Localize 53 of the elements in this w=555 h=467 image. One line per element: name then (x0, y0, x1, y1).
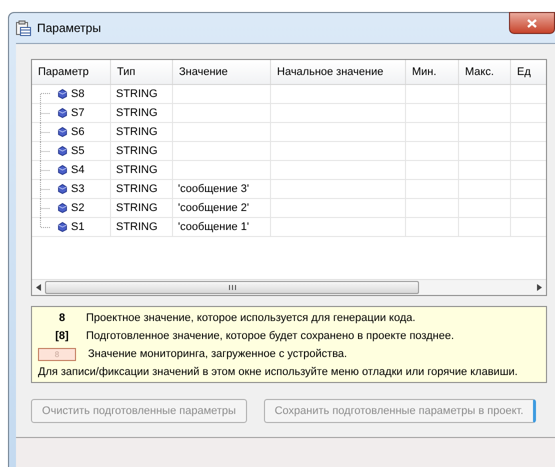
parameter-name: S4 (71, 164, 84, 176)
grip-icon (228, 285, 236, 290)
legend-note: Для записи/фиксации значений в этом окне используйте меню отладки или горячие клавиши. (38, 366, 519, 378)
monitoring-sample: 8 (38, 348, 76, 360)
type-cell: STRING (116, 183, 158, 195)
type-cell: STRING (116, 221, 158, 233)
type-cell: STRING (116, 88, 158, 100)
prepared-sample: [8] (54, 330, 70, 342)
scroll-right-icon (537, 284, 542, 291)
parameter-icon (58, 184, 67, 194)
tree-line (40, 142, 50, 160)
column-header[interactable]: Макс. (459, 60, 511, 84)
column-header[interactable]: Значение (173, 60, 271, 84)
scroll-left-icon (36, 284, 41, 291)
column-header[interactable]: Ед (511, 60, 546, 84)
parameter-icon (58, 89, 67, 99)
parameter-icon (58, 108, 67, 118)
value-cell: 'сообщение 3' (178, 183, 249, 195)
parameter-icon (58, 146, 67, 156)
parameter-icon (58, 127, 67, 137)
tree-line (40, 160, 50, 180)
type-cell: STRING (116, 107, 158, 119)
value-cell: 'сообщение 2' (178, 202, 249, 214)
type-cell: STRING (116, 202, 158, 214)
parameter-name: S3 (71, 183, 84, 195)
window-title: Параметры (37, 21, 101, 35)
value-cell: 'сообщение 1' (178, 221, 249, 233)
parameter-icon (58, 222, 67, 232)
tree-line (40, 122, 50, 142)
parameter-name: S1 (71, 221, 84, 233)
column-header[interactable]: Параметр (32, 60, 111, 84)
parameter-name: S6 (71, 126, 84, 138)
legend-text: Проектное значение, которое используется для генерации кода. (86, 312, 416, 324)
parameter-name: S8 (71, 88, 84, 100)
parameter-name: S2 (71, 202, 84, 214)
column-header[interactable]: Начальное значение (271, 60, 406, 84)
type-cell: STRING (116, 164, 158, 176)
legend-text: Подготовленное значение, которое будет сохранено в проекте позднее. (86, 330, 454, 342)
column-header[interactable]: Тип (111, 60, 173, 84)
legend-text: Значение мониторинга, загруженное с устройства. (88, 348, 348, 360)
project-sample: 8 (58, 312, 66, 324)
parameter-icon (58, 165, 67, 175)
parameter-icon (58, 203, 67, 213)
tree-line (40, 180, 50, 198)
close-icon (527, 18, 537, 28)
parameter-name: S5 (71, 145, 84, 157)
type-cell: STRING (116, 145, 158, 157)
parameter-name: S7 (71, 107, 84, 119)
close-button[interactable] (509, 12, 555, 34)
column-header[interactable]: Мин. (406, 60, 459, 84)
horizontal-scrollbar[interactable] (32, 279, 546, 295)
type-cell: STRING (116, 126, 158, 138)
clipboard-table-icon (15, 20, 31, 36)
